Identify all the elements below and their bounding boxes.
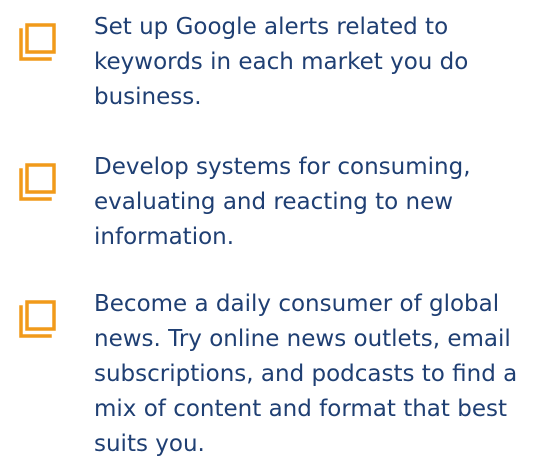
checklist: Set up Google alerts related to keywords… — [0, 0, 543, 464]
square-stack-icon — [16, 162, 56, 202]
checklist-item-text: Develop systems for consuming, evaluatin… — [94, 154, 471, 250]
square-stack-icon — [16, 299, 56, 339]
square-stack-icon — [16, 22, 56, 62]
checklist-item-text: Set up Google alerts related to keywords… — [94, 14, 469, 110]
checklist-item-text: Become a daily consumer of global news. … — [94, 291, 518, 457]
